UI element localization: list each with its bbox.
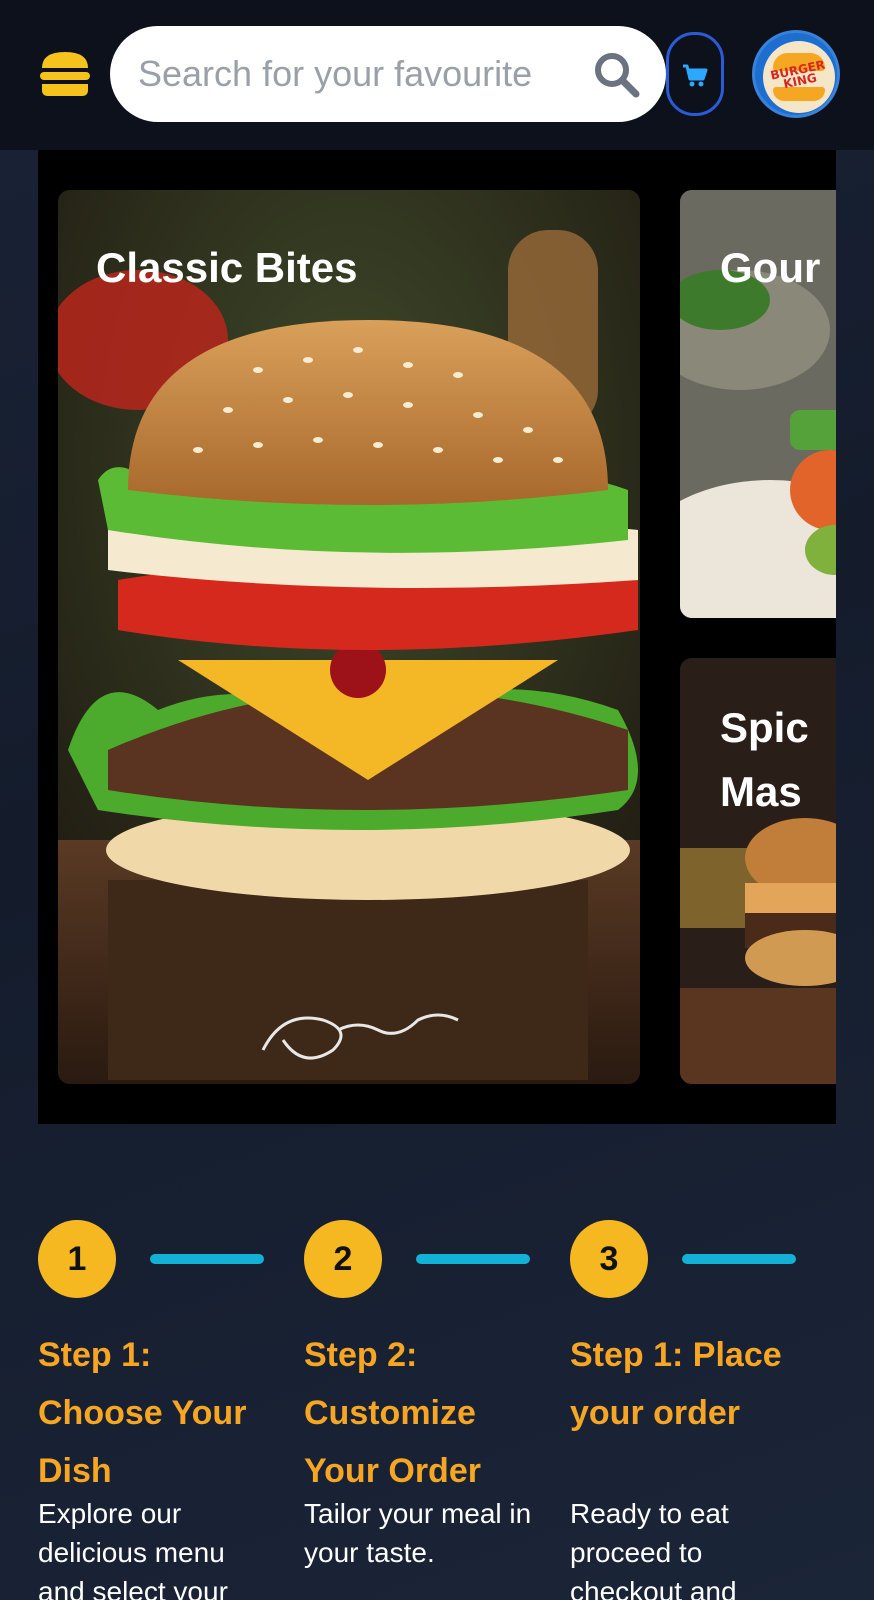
step-number-badge: 3 (570, 1220, 648, 1298)
burger-menu-icon[interactable] (38, 50, 92, 100)
logo-emblem: BURGER KING (763, 41, 835, 113)
step-title: Step 2: Customize Your Order (304, 1336, 481, 1490)
category-card-gourmet[interactable]: Gour (680, 190, 836, 618)
card-title: Gour (720, 244, 821, 291)
step-connector (416, 1254, 530, 1264)
cart-icon (683, 64, 708, 87)
step-description: Ready to eat proceed to checkout and (570, 1498, 737, 1600)
category-card-classic-bites[interactable]: Classic Bites (58, 190, 640, 1084)
step-connector (682, 1254, 796, 1264)
card-title: Spic Mas (720, 704, 809, 815)
step-title: Step 1: Place your order (570, 1336, 782, 1432)
step-number-badge: 2 (304, 1220, 382, 1298)
order-steps: 1 Step 1: Choose Your Dish Explore our d… (38, 1220, 838, 1600)
step-description: Explore our delicious menu and select yo… (38, 1498, 228, 1600)
card-title: Classic Bites (96, 244, 358, 291)
search-bar (110, 26, 666, 122)
step-connector (150, 1254, 264, 1264)
step-number-badge: 1 (38, 1220, 116, 1298)
category-carousel: Classic Bites Gour Spic Mas (38, 150, 836, 1124)
cart-button[interactable] (666, 32, 724, 116)
category-card-spicy-masala[interactable]: Spic Mas (680, 658, 836, 1084)
app-header: BURGER KING (0, 0, 874, 150)
search-input[interactable] (138, 46, 578, 102)
step-title: Step 1: Choose Your Dish (38, 1336, 247, 1490)
brand-logo[interactable]: BURGER KING (752, 30, 840, 118)
step-description: Tailor your meal in your taste. (304, 1498, 532, 1568)
search-icon[interactable] (592, 50, 640, 98)
burger-image (58, 190, 640, 1084)
